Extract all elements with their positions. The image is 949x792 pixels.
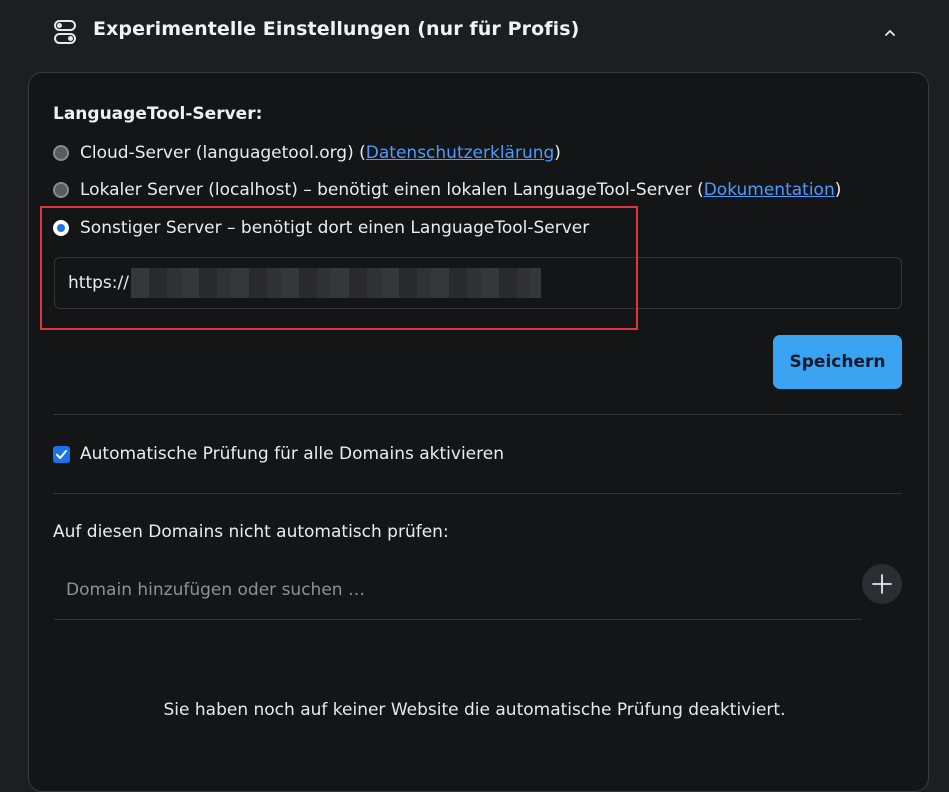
toggles-icon — [54, 20, 76, 44]
empty-domains-message: Sie haben noch auf keiner Website die au… — [163, 700, 786, 720]
settings-section-header[interactable]: Experimentelle Einstellungen (nur für Pr… — [0, 0, 949, 64]
radio-local-label: Lokaler Server (localhost) – benötigt ei… — [80, 180, 704, 200]
server-label: LanguageTool-Server: — [53, 104, 263, 124]
chevron-up-icon[interactable] — [878, 22, 902, 42]
radio-button[interactable] — [53, 182, 69, 198]
privacy-link[interactable]: Datenschutzerklärung — [366, 143, 555, 163]
url-text: https:// — [68, 273, 129, 293]
server-url-input[interactable]: https:// — [54, 257, 902, 309]
radio-local-server[interactable]: Lokaler Server (localhost) – benötigt ei… — [53, 177, 841, 203]
domain-search-input[interactable] — [54, 560, 862, 620]
checkmark-icon — [56, 449, 67, 459]
radio-cloud-server[interactable]: Cloud-Server (languagetool.org) (Datensc… — [53, 140, 561, 166]
divider — [53, 414, 902, 415]
radio-cloud-label: Cloud-Server (languagetool.org) ( — [80, 143, 366, 163]
radio-other-label: Sonstiger Server – benötigt dort einen L… — [80, 218, 590, 238]
documentation-link[interactable]: Dokumentation — [704, 180, 835, 200]
save-button[interactable]: Speichern — [773, 335, 902, 389]
add-domain-button[interactable] — [862, 564, 902, 604]
radio-other-server[interactable]: Sonstiger Server – benötigt dort einen L… — [53, 215, 589, 241]
auto-check-toggle[interactable]: Automatische Prüfung für alle Domains ak… — [53, 442, 504, 466]
plus-icon — [872, 574, 892, 594]
radio-button[interactable] — [53, 145, 69, 161]
redacted-url — [130, 268, 541, 298]
radio-button-checked[interactable] — [53, 220, 69, 236]
divider — [53, 493, 902, 494]
section-title: Experimentelle Einstellungen (nur für Pr… — [93, 18, 580, 40]
domains-label: Auf diesen Domains nicht automatisch prü… — [53, 522, 449, 542]
auto-check-label: Automatische Prüfung für alle Domains ak… — [80, 444, 504, 464]
checkbox-checked[interactable] — [53, 445, 70, 463]
